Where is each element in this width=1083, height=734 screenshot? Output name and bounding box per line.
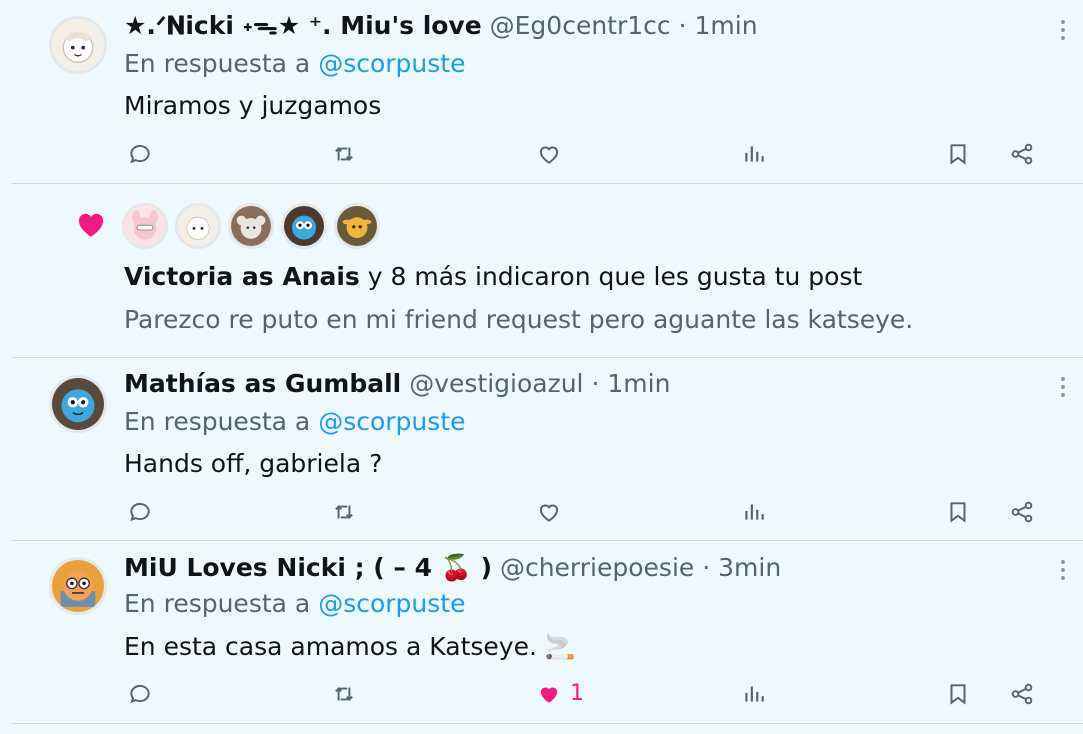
repost-icon[interactable] (327, 677, 361, 711)
reply-prefix: En respuesta a (124, 49, 311, 78)
display-name[interactable]: ★.ᐟ𝐍icki ˖ᯓ★ ⁺. Miu's love (124, 11, 482, 40)
heart-icon[interactable] (532, 495, 566, 529)
more-icon[interactable] (1052, 371, 1074, 403)
separator: · (591, 369, 600, 398)
avatar[interactable] (334, 203, 380, 249)
notifications-feed: ★.ᐟ𝐍icki ˖ᯓ★ ⁺. Miu's love @Eg0centr1cc … (0, 0, 1083, 734)
separator: · (678, 11, 687, 40)
notification-rest: y 8 más indicaron que les gusta tu post (359, 262, 863, 291)
post-header: MiU Loves Nicki ; ( – 4 🍒 ) @cherriepoes… (124, 552, 781, 584)
avatar[interactable] (228, 203, 274, 249)
reply-context: En respuesta a @scorpuste (124, 48, 465, 80)
user-handle[interactable]: @Eg0centr1cc (490, 11, 671, 40)
share-icon[interactable] (1005, 677, 1039, 711)
avatar[interactable] (281, 203, 327, 249)
timestamp[interactable]: 1min (695, 11, 758, 40)
share-icon[interactable] (1005, 137, 1039, 171)
reply-context: En respuesta a @scorpuste (124, 406, 465, 438)
reply-context: En respuesta a @scorpuste (124, 588, 465, 620)
post-text: En esta casa amamos a Katseye. 🚬 (124, 632, 576, 661)
analytics-icon[interactable] (737, 495, 771, 529)
like-count[interactable]: 1 (570, 679, 584, 709)
more-icon[interactable] (1052, 14, 1074, 46)
analytics-icon[interactable] (737, 677, 771, 711)
reply-mention[interactable]: @scorpuste (318, 589, 465, 618)
bookmark-icon[interactable] (941, 495, 975, 529)
reply-icon[interactable] (123, 495, 157, 529)
user-handle[interactable]: @cherriepoesie (500, 553, 694, 582)
actor-name[interactable]: Victoria as Anais (124, 262, 360, 291)
analytics-icon[interactable] (737, 137, 771, 171)
like-notification[interactable]: Victoria as Anais y 8 más indicaron que … (12, 185, 1083, 358)
display-name[interactable]: Mathías as Gumball (124, 369, 401, 398)
avatar[interactable] (49, 375, 107, 433)
reply-mention[interactable]: @scorpuste (318, 49, 465, 78)
post-text: Miramos y juzgamos (124, 91, 382, 120)
reply-post[interactable]: Mathías as Gumball @vestigioazul · 1min … (12, 359, 1083, 541)
user-handle[interactable]: @vestigioazul (409, 369, 583, 398)
notification-summary: Victoria as Anais y 8 más indicaron que … (124, 260, 862, 294)
reply-mention[interactable]: @scorpuste (318, 407, 465, 436)
avatar[interactable] (49, 16, 107, 74)
avatar[interactable] (122, 203, 168, 249)
reply-icon[interactable] (123, 677, 157, 711)
reply-prefix: En respuesta a (124, 589, 311, 618)
repost-icon[interactable] (327, 495, 361, 529)
bookmark-icon[interactable] (941, 137, 975, 171)
reply-post[interactable]: ★.ᐟ𝐍icki ˖ᯓ★ ⁺. Miu's love @Eg0centr1cc … (12, 0, 1083, 184)
post-text: Hands off, gabriela ? (124, 449, 383, 478)
separator: · (702, 553, 711, 582)
timestamp[interactable]: 3min (718, 553, 781, 582)
more-icon[interactable] (1052, 554, 1074, 586)
bookmark-icon[interactable] (941, 677, 975, 711)
timestamp[interactable]: 1min (607, 369, 670, 398)
heart-icon[interactable] (532, 677, 566, 711)
liked-post-text[interactable]: Parezco re puto en mi friend request per… (124, 303, 913, 337)
avatar[interactable] (49, 557, 107, 615)
reply-icon[interactable] (123, 137, 157, 171)
post-header: Mathías as Gumball @vestigioazul · 1min (124, 368, 670, 400)
post-header: ★.ᐟ𝐍icki ˖ᯓ★ ⁺. Miu's love @Eg0centr1cc … (124, 10, 758, 42)
share-icon[interactable] (1005, 495, 1039, 529)
reply-post[interactable]: MiU Loves Nicki ; ( – 4 🍒 ) @cherriepoes… (12, 542, 1083, 724)
heart-icon (78, 213, 104, 237)
repost-icon[interactable] (327, 137, 361, 171)
reply-prefix: En respuesta a (124, 407, 311, 436)
heart-icon[interactable] (532, 137, 566, 171)
display-name[interactable]: MiU Loves Nicki ; ( – 4 🍒 ) (124, 553, 492, 582)
avatar[interactable] (175, 203, 221, 249)
